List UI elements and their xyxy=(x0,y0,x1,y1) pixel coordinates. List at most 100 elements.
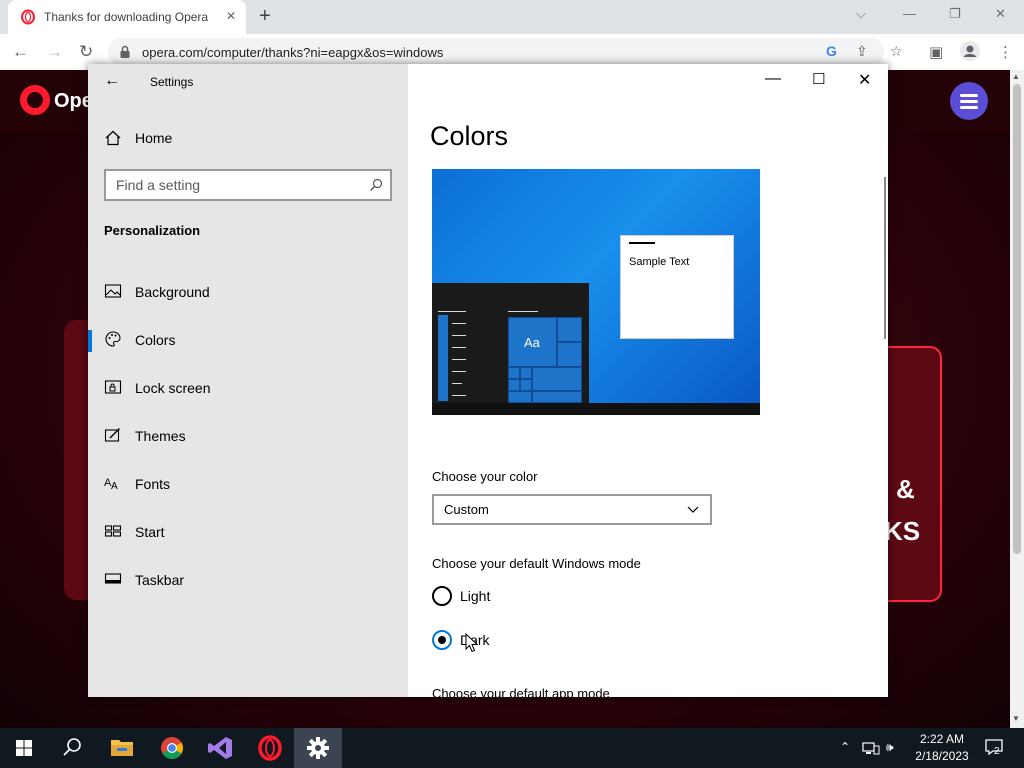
minimize-browser-icon[interactable]: — xyxy=(903,6,916,21)
search-input[interactable] xyxy=(116,176,361,194)
windows-taskbar: ⌃ 🕪 2:22 AM 2/18/2023 2 xyxy=(0,728,1024,768)
forward-icon[interactable]: → xyxy=(46,42,63,62)
preview-line xyxy=(452,335,466,336)
preview-sample-window: Sample Text xyxy=(620,235,734,339)
home-label: Home xyxy=(135,130,173,146)
network-icon[interactable] xyxy=(862,740,880,756)
site-menu-icon[interactable] xyxy=(950,82,988,120)
sidebar-item-label: Fonts xyxy=(135,476,171,492)
tab-search-icon[interactable]: ⌵ xyxy=(856,6,866,22)
scrollbar-thumb[interactable] xyxy=(1013,84,1021,554)
side-panel-icon[interactable]: ▣ xyxy=(929,43,943,61)
restore-browser-icon[interactable]: ❐ xyxy=(949,6,961,22)
preview-start-menu: Aa xyxy=(432,283,589,403)
preview-tiles: Aa xyxy=(508,317,584,403)
scroll-up-icon[interactable]: ▲ xyxy=(1012,72,1020,81)
color-preview: Aa Sample Text xyxy=(432,169,760,415)
system-clock[interactable]: 2:22 AM 2/18/2023 xyxy=(904,731,980,765)
sidebar-item-background[interactable]: Background xyxy=(88,271,408,311)
opera-taskbar-icon[interactable] xyxy=(246,728,294,768)
sidebar-item-label: Themes xyxy=(135,428,186,444)
sidebar-item-colors[interactable]: Colors xyxy=(88,319,408,359)
back-arrow-icon[interactable]: ← xyxy=(104,72,120,90)
choose-color-dropdown[interactable]: Custom xyxy=(432,494,712,525)
clock-time: 2:22 AM xyxy=(919,732,965,746)
sidebar-item-taskbar[interactable]: Taskbar xyxy=(88,559,408,599)
profile-avatar-icon[interactable] xyxy=(960,41,980,61)
preview-tile xyxy=(532,391,582,403)
app-mode-label: Choose your default app mode xyxy=(432,686,610,697)
preview-line xyxy=(508,311,538,312)
google-lens-icon[interactable]: G xyxy=(826,43,837,59)
preview-line xyxy=(438,311,466,312)
window-title: Settings xyxy=(150,75,194,89)
sidebar-item-lock-screen[interactable]: Lock screen xyxy=(88,367,408,407)
lock-screen-icon xyxy=(104,380,122,394)
sidebar-item-label: Background xyxy=(135,284,210,300)
settings-window: ← Settings Home Personalization Backgrou… xyxy=(88,64,888,697)
browser-tab[interactable]: Thanks for downloading Opera ✕ xyxy=(8,0,246,34)
reload-icon[interactable]: ↻ xyxy=(79,42,93,62)
share-icon[interactable]: ⇪ xyxy=(856,43,868,60)
dark-mode-radio[interactable] xyxy=(432,630,452,650)
back-icon[interactable]: ← xyxy=(12,42,29,62)
clock-date: 2/18/2023 xyxy=(915,749,969,763)
visual-studio-icon[interactable] xyxy=(196,728,244,768)
new-tab-icon[interactable]: + xyxy=(259,5,271,28)
minimize-icon[interactable]: — xyxy=(765,70,781,88)
opera-favicon-icon xyxy=(21,9,35,25)
hero-text-fragment-2: KS xyxy=(884,516,921,546)
close-browser-icon[interactable]: ✕ xyxy=(995,6,1006,22)
preview-taskbar xyxy=(432,403,760,415)
light-mode-radio[interactable] xyxy=(432,586,452,606)
preview-tile xyxy=(557,317,582,342)
page-title: Colors xyxy=(430,121,509,151)
preview-line xyxy=(452,371,466,372)
preview-line xyxy=(452,383,462,384)
sidebar-item-themes[interactable]: Themes xyxy=(88,415,408,455)
preview-tile-text: Aa xyxy=(524,335,540,350)
preview-line xyxy=(452,323,466,324)
choose-color-label: Choose your color xyxy=(432,469,538,484)
notification-count-badge: 2 xyxy=(994,746,1000,757)
chrome-icon[interactable] xyxy=(148,728,196,768)
sidebar-item-label: Start xyxy=(135,524,165,540)
svg-text:A: A xyxy=(111,481,118,492)
lock-icon[interactable] xyxy=(118,45,132,59)
opera-logo-icon[interactable] xyxy=(20,85,50,115)
taskbar-icon xyxy=(104,573,122,584)
preview-tile xyxy=(520,379,532,391)
hero-text-fragment-1: & xyxy=(896,474,915,504)
maximize-icon[interactable]: ☐ xyxy=(812,70,825,88)
windows-start-icon[interactable] xyxy=(0,728,48,768)
settings-gear-icon[interactable] xyxy=(294,728,342,768)
section-title: Personalization xyxy=(104,223,201,238)
settings-sidebar: ← Settings Home Personalization Backgrou… xyxy=(88,64,408,697)
image-icon xyxy=(104,284,122,298)
address-bar[interactable]: opera.com/computer/thanks?ni=eapgx&os=wi… xyxy=(108,38,903,66)
settings-content: — ☐ ✕ Colors Aa Sample Text Choose your … xyxy=(408,64,888,697)
preview-sample-text: Sample Text xyxy=(629,256,690,268)
sidebar-item-label: Taskbar xyxy=(135,572,185,588)
show-hidden-icons-icon[interactable]: ⌃ xyxy=(840,740,850,754)
close-icon[interactable]: ✕ xyxy=(858,70,871,90)
light-mode-label[interactable]: Light xyxy=(460,588,490,604)
browser-menu-icon[interactable]: ⋮ xyxy=(998,43,1013,61)
find-setting-search[interactable] xyxy=(104,169,392,201)
settings-scrollbar[interactable] xyxy=(884,177,886,339)
search-taskbar-icon[interactable] xyxy=(48,728,96,768)
mouse-cursor-icon xyxy=(465,633,479,653)
file-explorer-icon[interactable] xyxy=(98,728,146,768)
page-scrollbar[interactable]: ▲ ▼ xyxy=(1010,70,1024,728)
bookmark-star-icon[interactable]: ☆ xyxy=(890,43,903,60)
search-icon[interactable] xyxy=(369,178,383,192)
sidebar-item-start[interactable]: Start xyxy=(88,511,408,551)
scroll-down-icon[interactable]: ▼ xyxy=(1012,714,1020,723)
close-tab-icon[interactable]: ✕ xyxy=(226,9,236,23)
preview-tile xyxy=(557,342,582,367)
preview-tile xyxy=(508,379,520,391)
volume-icon[interactable]: 🕪 xyxy=(886,740,894,755)
preview-start-list xyxy=(438,315,448,401)
chevron-down-icon xyxy=(687,506,699,513)
sidebar-item-fonts[interactable]: A A Fonts xyxy=(88,463,408,503)
